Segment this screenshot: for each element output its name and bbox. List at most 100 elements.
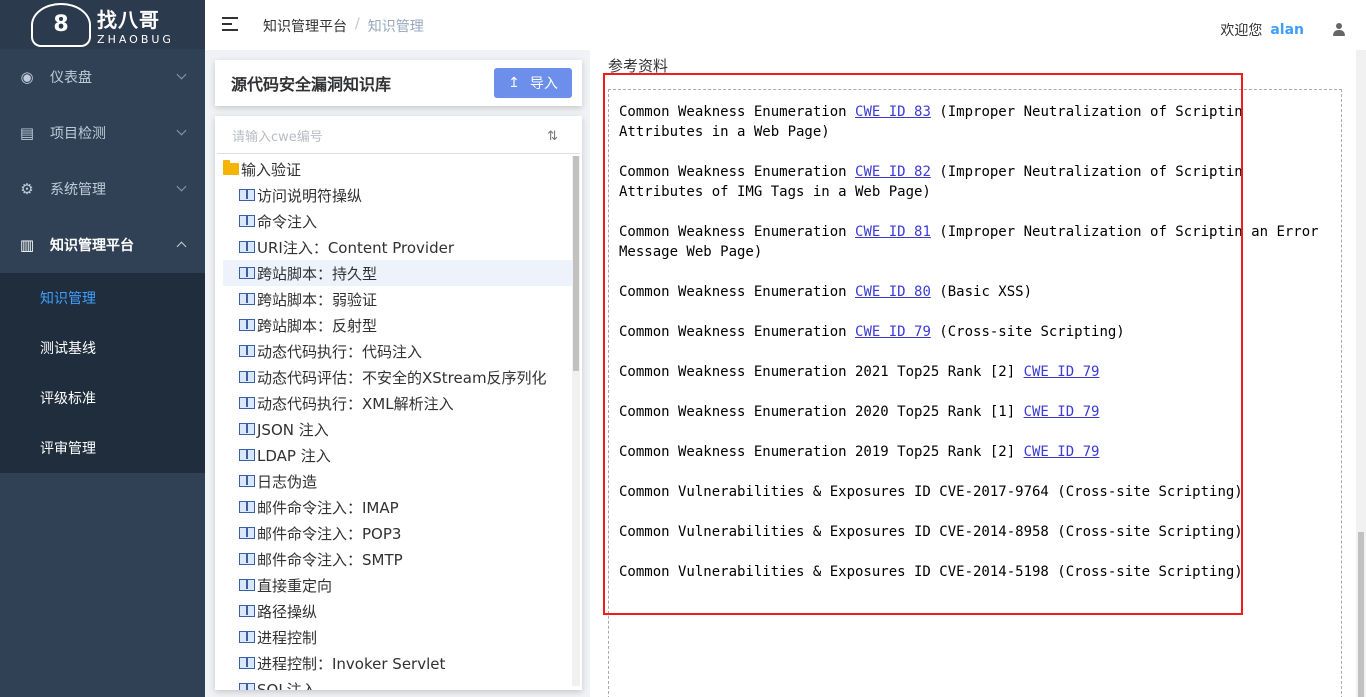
book-icon xyxy=(239,319,255,331)
tree-node-label: 邮件命令注入：POP3 xyxy=(257,524,402,543)
tree-node-label: 日志伪造 xyxy=(257,472,318,491)
import-button[interactable]: ↥ 导入 xyxy=(494,68,572,98)
tree-node[interactable]: 进程控制：Invoker Servlet xyxy=(223,650,572,676)
tree-node[interactable]: 跨站脚本：持久型 xyxy=(223,260,572,286)
breadcrumb-separator: / xyxy=(355,16,360,32)
cwe-search-input[interactable]: 请输入cwe编号 ⇅ xyxy=(217,118,580,154)
tree-node-label: JSON 注入 xyxy=(257,420,329,439)
welcome-text: 欢迎您 xyxy=(1220,23,1263,39)
user-icon[interactable] xyxy=(1332,23,1346,37)
app-root: 8 找八哥 ZHAOBUG ◉ 仪表盘 ▤ 项目检测 ⚙ 系统管理 ▥ 知识管理… xyxy=(0,0,1366,697)
tree-node[interactable]: 跨站脚本：弱验证 xyxy=(223,286,572,312)
logo[interactable]: 8 找八哥 ZHAOBUG xyxy=(0,0,205,49)
tree-node[interactable]: SQL注入 xyxy=(223,676,572,690)
main-content: 源代码安全漏洞知识库 ↥ 导入 请输入cwe编号 ⇅ 输入验证 访问说明符操纵命… xyxy=(205,50,1366,697)
tree-node[interactable]: 动态代码执行：代码注入 xyxy=(223,338,572,364)
tree-node[interactable]: 日志伪造 xyxy=(223,468,572,494)
chevron-up-icon xyxy=(176,241,187,252)
knowledge-submenu: 知识管理 测试基线 评级标准 评审管理 xyxy=(0,273,205,473)
tree-node[interactable]: 邮件命令注入：POP3 xyxy=(223,520,572,546)
logo-text: 找八哥 ZHAOBUG xyxy=(97,4,174,46)
logo-name-cn: 找八哥 xyxy=(97,7,161,32)
upload-icon: ↥ xyxy=(508,75,520,91)
menu-knowledge-platform[interactable]: ▥ 知识管理平台 xyxy=(0,217,205,273)
hamburger-icon[interactable] xyxy=(222,17,238,31)
book-icon xyxy=(239,397,255,409)
menu-label: 系统管理 xyxy=(50,182,106,198)
book-icon xyxy=(239,657,255,669)
library-title: 源代码安全漏洞知识库 xyxy=(231,75,392,94)
tree-node[interactable]: 动态代码评估：不安全的XStream反序列化 xyxy=(223,364,572,390)
tree-node-label: 邮件命令注入：IMAP xyxy=(257,498,399,517)
tree-node-label: 访问说明符操纵 xyxy=(257,186,363,205)
book-icon xyxy=(239,371,255,383)
sidebar: 8 找八哥 ZHAOBUG ◉ 仪表盘 ▤ 项目检测 ⚙ 系统管理 ▥ 知识管理… xyxy=(0,0,205,697)
submenu-knowledge-management[interactable]: 知识管理 xyxy=(0,273,205,323)
tree-node[interactable]: JSON 注入 xyxy=(223,416,572,442)
tree-node[interactable]: 跨站脚本：反射型 xyxy=(223,312,572,338)
page-scrollbar[interactable] xyxy=(1356,50,1366,697)
highlight-annotation-box xyxy=(603,73,1243,615)
page-scrollbar-thumb[interactable] xyxy=(1358,532,1364,697)
menu-project-check[interactable]: ▤ 项目检测 xyxy=(0,105,205,161)
tree-node-label: 跨站脚本：反射型 xyxy=(257,316,378,335)
tree-node[interactable]: 访问说明符操纵 xyxy=(223,182,572,208)
tree-node-label: SQL注入 xyxy=(257,680,317,691)
tree-node-label: URI注入：Content Provider xyxy=(257,238,455,257)
submenu-review-management[interactable]: 评审管理 xyxy=(0,423,205,473)
menu-system-management[interactable]: ⚙ 系统管理 xyxy=(0,161,205,217)
book-icon xyxy=(239,189,255,201)
breadcrumb-item-platform[interactable]: 知识管理平台 xyxy=(263,16,347,36)
menu-label: 项目检测 xyxy=(50,126,106,142)
book-icon xyxy=(239,215,255,227)
tree-node[interactable]: LDAP 注入 xyxy=(223,442,572,468)
tree-scrollbar-thumb[interactable] xyxy=(573,156,579,371)
tree-node-label: 动态代码执行：XML解析注入 xyxy=(257,394,454,413)
tree-node-label: 动态代码执行：代码注入 xyxy=(257,342,423,361)
import-label: 导入 xyxy=(529,76,558,92)
breadcrumb: 知识管理平台 / 知识管理 xyxy=(263,16,424,36)
tree-node-label: 路径操纵 xyxy=(257,602,318,621)
submenu-rating-standard[interactable]: 评级标准 xyxy=(0,373,205,423)
chevron-down-icon xyxy=(176,125,187,136)
folder-open-icon xyxy=(223,160,239,175)
book-icon xyxy=(239,553,255,565)
tree-node[interactable]: 进程控制 xyxy=(223,624,572,650)
tree-node-label: 跨站脚本：持久型 xyxy=(257,264,378,283)
chevron-down-icon xyxy=(176,181,187,192)
gear-icon: ⚙ xyxy=(20,180,34,198)
book-icon xyxy=(239,579,255,591)
user-info: 欢迎您 alan xyxy=(1220,20,1346,40)
tree-node-label: LDAP 注入 xyxy=(257,446,331,465)
tree-node[interactable]: URI注入：Content Provider xyxy=(223,234,572,260)
book-icon xyxy=(239,475,255,487)
tree-node[interactable]: 路径操纵 xyxy=(223,598,572,624)
tree-folder-input-validation[interactable]: 输入验证 xyxy=(223,156,572,182)
book-icon xyxy=(239,527,255,539)
breadcrumb-item-current: 知识管理 xyxy=(367,19,424,35)
menu-dashboard[interactable]: ◉ 仪表盘 xyxy=(0,49,205,105)
book-icon xyxy=(239,241,255,253)
tree-node[interactable]: 邮件命令注入：SMTP xyxy=(223,546,572,572)
tree-node[interactable]: 动态代码执行：XML解析注入 xyxy=(223,390,572,416)
sort-icon[interactable]: ⇅ xyxy=(547,129,558,144)
username[interactable]: alan xyxy=(1270,22,1304,38)
tree-node-label: 命令注入 xyxy=(257,212,318,231)
book-icon xyxy=(239,267,255,279)
search-placeholder: 请输入cwe编号 xyxy=(232,130,323,145)
tree-node-label: 动态代码评估：不安全的XStream反序列化 xyxy=(257,368,547,387)
tree-node[interactable]: 命令注入 xyxy=(223,208,572,234)
dashboard-icon: ◉ xyxy=(20,68,34,86)
submenu-test-baseline[interactable]: 测试基线 xyxy=(0,323,205,373)
menu-label: 仪表盘 xyxy=(50,70,92,86)
tree-node-label: 邮件命令注入：SMTP xyxy=(257,550,403,569)
book-icon xyxy=(239,631,255,643)
tree-scrollbar[interactable] xyxy=(572,156,580,686)
tree-node[interactable]: 直接重定向 xyxy=(223,572,572,598)
logo-icon: 8 xyxy=(31,2,92,47)
book-icon: ▥ xyxy=(19,236,35,254)
document-icon: ▤ xyxy=(19,124,35,142)
tree-node[interactable]: 邮件命令注入：IMAP xyxy=(223,494,572,520)
logo-name-en: ZHAOBUG xyxy=(97,32,174,46)
book-icon xyxy=(239,293,255,305)
